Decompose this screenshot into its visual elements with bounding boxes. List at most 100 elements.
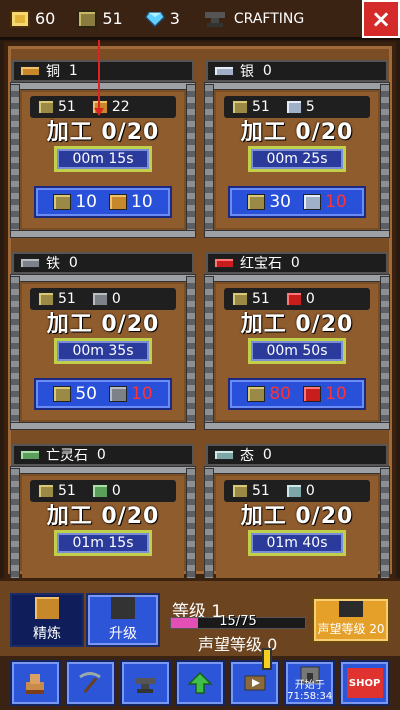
anvil-icon xyxy=(111,597,135,619)
page-title: CRAFTING xyxy=(233,10,305,27)
material-count: 1 xyxy=(68,63,78,79)
timer: 00m 50s xyxy=(248,338,346,364)
crafting-grid: 铜 1 51 22 加工 0/20 00m 15s 10 10 银 0 51 5… xyxy=(4,42,396,620)
hero-arm-icon xyxy=(26,674,45,694)
tab-upgrade-label: 升级 xyxy=(109,626,137,642)
rail xyxy=(10,274,196,282)
gold-bar-icon xyxy=(10,9,30,28)
craft-button[interactable]: 10 10 xyxy=(34,186,172,218)
wood-block-icon xyxy=(38,484,54,498)
timer: 01m 40s xyxy=(248,530,346,556)
material-name: 铁 xyxy=(46,256,60,272)
wood-block-icon xyxy=(38,292,54,306)
material-count: 0 xyxy=(96,447,106,463)
rail xyxy=(204,276,214,428)
requirement-ore: 0 xyxy=(305,291,315,307)
rail xyxy=(186,276,196,428)
iron-ore-icon xyxy=(109,386,127,402)
craft-panel-copper: 铜 1 51 22 加工 0/20 00m 15s 10 10 xyxy=(10,54,196,244)
nav-crafting[interactable] xyxy=(119,660,171,706)
nav-hero[interactable] xyxy=(10,660,61,706)
rail xyxy=(10,422,196,430)
wood-block-icon xyxy=(232,292,248,306)
nav-dungeon[interactable]: 开始于 71:58:34 xyxy=(284,660,336,706)
state-stone-icon xyxy=(285,484,302,498)
tab-upgrade[interactable]: 升级 xyxy=(86,593,160,647)
bottom-nav: 开始于 71:58:34 SHOP xyxy=(0,648,400,710)
wood-block-icon xyxy=(247,194,266,210)
nav-shop[interactable]: SHOP xyxy=(339,660,391,706)
rail xyxy=(204,82,390,90)
rail xyxy=(10,82,196,90)
panel-body: 51 0 加工 0/20 00m 50s 80 10 xyxy=(216,284,378,420)
panel-header: 银 0 xyxy=(206,60,388,82)
nav-upgrade[interactable] xyxy=(174,660,226,706)
tab-refine[interactable]: 精炼 xyxy=(10,593,84,647)
wood-block-icon xyxy=(53,386,72,402)
material-name: 铜 xyxy=(46,64,60,80)
tutorial-arrow xyxy=(94,40,104,116)
wood-block-icon xyxy=(232,100,248,114)
silver-ore-icon xyxy=(285,100,302,114)
rail xyxy=(204,422,390,430)
panel-header: 态 0 xyxy=(206,444,388,466)
material-count: 0 xyxy=(290,255,300,271)
requirement-ore: 5 xyxy=(305,99,315,115)
anvil-icon xyxy=(135,678,156,693)
soul-stone-icon xyxy=(91,484,108,498)
material-count: 0 xyxy=(68,255,78,271)
rail xyxy=(204,230,390,238)
craft-button[interactable]: 80 10 xyxy=(228,378,366,410)
reputation-button[interactable]: 声望等级 20 xyxy=(312,597,390,643)
ingot-icon xyxy=(35,597,59,619)
mode-tabs: 精炼 升级 xyxy=(10,593,162,647)
gold-counter: 60 xyxy=(10,9,55,28)
requirement-wood: 51 xyxy=(58,291,76,307)
cost-wood: 50 xyxy=(75,384,97,404)
cost-wood: 80 xyxy=(269,384,291,404)
requirement-ore: 0 xyxy=(111,483,121,499)
reputation-button-label: 声望等级 20 xyxy=(317,622,385,636)
requirement-ore: 0 xyxy=(111,291,121,307)
craft-panel-ruby: 红宝石 0 51 0 加工 0/20 00m 50s 80 10 xyxy=(204,246,390,436)
close-button[interactable]: × xyxy=(362,0,400,38)
nav-start-time: 开始于 71:58:34 xyxy=(286,680,333,702)
rail xyxy=(204,84,214,236)
pickaxe-icon xyxy=(79,672,102,694)
wood-block-icon xyxy=(53,194,72,210)
requirement-wood: 51 xyxy=(252,291,270,307)
timer: 00m 15s xyxy=(54,146,152,172)
panel-body: 51 5 加工 0/20 00m 25s 30 10 xyxy=(216,92,378,228)
rail xyxy=(10,466,196,474)
ruby-icon xyxy=(303,386,321,402)
tab-refine-label: 精炼 xyxy=(33,626,61,642)
nav-mining[interactable] xyxy=(64,660,116,706)
rail xyxy=(380,84,390,236)
panel-header: 红宝石 0 xyxy=(206,252,388,274)
gold-value: 60 xyxy=(35,9,56,28)
craft-button[interactable]: 30 10 xyxy=(228,186,366,218)
rail xyxy=(204,274,390,282)
material-name: 亡灵石 xyxy=(46,448,88,464)
video-reward-icon xyxy=(244,675,266,691)
anvil-icon xyxy=(339,601,363,617)
xp-bar: 15/75 xyxy=(170,614,306,629)
wood-block-icon xyxy=(38,100,54,114)
process-count: 加工 0/20 xyxy=(240,312,354,337)
craft-button[interactable]: 50 10 xyxy=(34,378,172,410)
requirement-wood: 51 xyxy=(58,99,76,115)
requirement-wood: 51 xyxy=(252,99,270,115)
rail xyxy=(10,276,20,428)
requirement-wood: 51 xyxy=(58,483,76,499)
cost-ore: 10 xyxy=(325,192,347,212)
top-bar: 60 51 3 CRAFTING × xyxy=(0,0,400,40)
iron-ore-icon xyxy=(91,292,108,306)
process-count: 加工 0/20 xyxy=(46,504,160,529)
material-name: 态 xyxy=(240,448,254,464)
wood-block-icon xyxy=(77,9,98,28)
nav-video[interactable] xyxy=(229,648,281,706)
cost-wood: 10 xyxy=(75,192,97,212)
cost-ore: 10 xyxy=(131,384,153,404)
panel-header: 铁 0 xyxy=(12,252,194,274)
material-name: 银 xyxy=(240,64,254,80)
